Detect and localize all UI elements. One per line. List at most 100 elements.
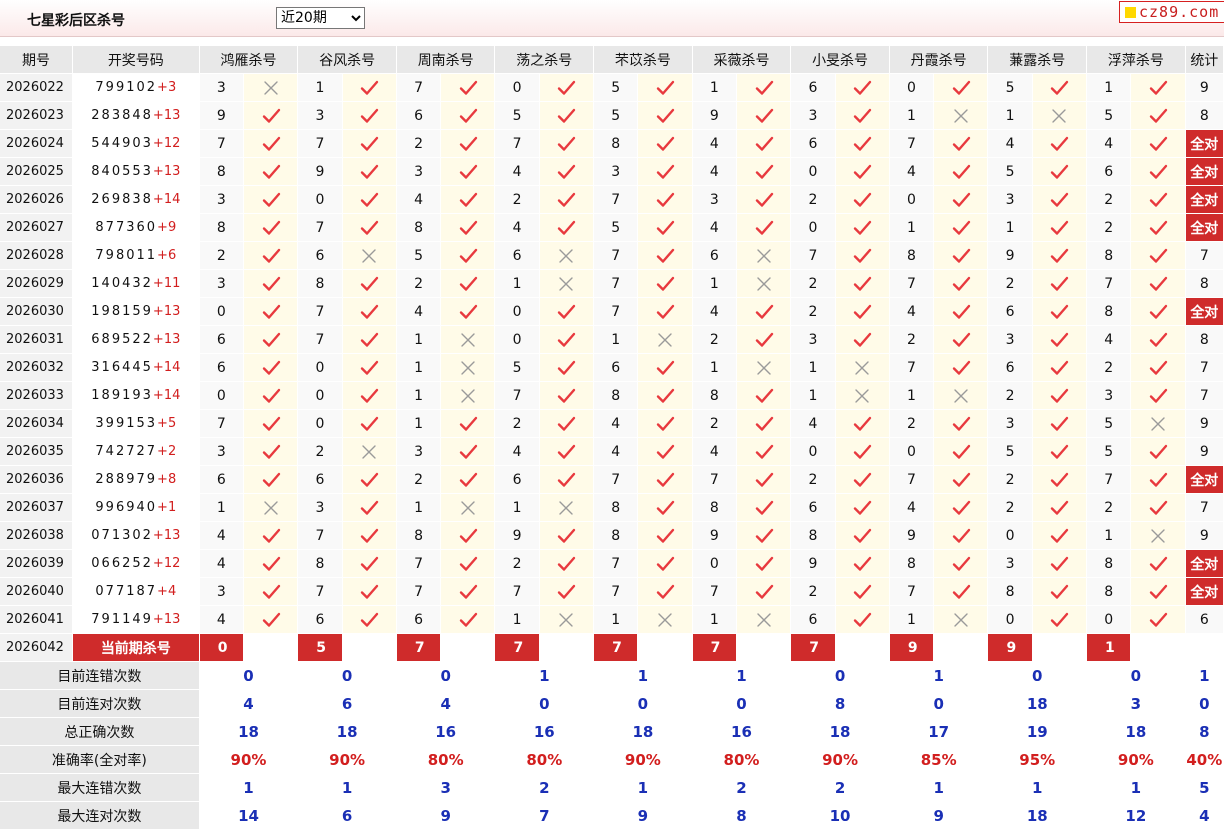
kill-result-cell [440,185,496,214]
kill-number-cell: 5 [987,437,1033,466]
draw-main-numbers: 399153 [95,416,158,431]
kill-result-cell [342,213,397,242]
check-icon [459,192,478,207]
kill-result-cell [736,325,792,354]
check-icon [952,220,970,235]
summary-value: 1 [692,661,792,690]
cross-icon [559,248,574,263]
stat-cell: 全对 [1185,297,1224,326]
kill-number-cell: 1 [790,381,836,410]
check-icon [853,192,872,207]
kill-number-cell: 7 [396,73,442,102]
check-icon [459,528,478,543]
kill-number-cell: 6 [199,353,244,382]
check-icon [361,332,379,347]
kill-number-cell: 1 [396,325,442,354]
kill-number-cell: 6 [692,241,737,270]
check-icon [853,80,872,95]
check-icon [1149,248,1168,263]
kill-result-cell [243,73,299,102]
check-icon [1051,276,1069,291]
check-icon [755,108,773,123]
current-kill-number: 9 [987,633,1033,662]
check-icon [361,80,379,95]
check-icon [952,584,970,599]
kill-number-cell: 1 [692,269,737,298]
stat-cell: 全对 [1185,465,1224,494]
kill-result-cell [1032,577,1088,606]
check-icon [262,332,280,347]
kill-number-cell: 2 [790,577,836,606]
kill-number-cell: 3 [199,73,244,102]
draw-extra-number: +13 [152,332,181,347]
table-row: 2026028 798011+6 2 6 5 6 7 6 7 8 9 8 7 [0,241,1224,270]
site-logo[interactable]: cz89.com [1119,1,1224,23]
summary-value: 1 [987,773,1088,802]
kill-number-cell: 3 [1086,381,1132,410]
kill-number-cell: 9 [199,101,244,130]
kill-number-cell: 7 [889,353,935,382]
kill-result-cell [736,241,792,270]
kill-number-cell: 2 [396,465,442,494]
table-row: 2026033 189193+14 0 0 1 7 8 8 1 1 2 3 7 [0,381,1224,410]
kill-number-cell: 7 [790,241,836,270]
kill-number-cell: 7 [396,549,442,578]
kill-result-cell [835,605,890,634]
kill-number-cell: 7 [494,129,540,158]
kill-number-cell: 7 [1086,269,1132,298]
draw-number-cell: 840553+13 [72,157,200,186]
kill-number-cell: 0 [987,521,1033,550]
kill-result-cell [342,605,397,634]
kill-number-cell: 8 [593,521,639,550]
kill-number-cell: 1 [889,381,935,410]
check-icon [853,612,872,627]
kill-result-cell [243,409,299,438]
kill-result-cell [637,101,693,130]
kill-number-cell: 2 [790,297,836,326]
draw-extra-number: +13 [152,612,181,627]
check-icon [656,304,675,319]
check-icon [1051,304,1069,319]
kill-result-cell [933,213,989,242]
kill-result-cell [440,493,496,522]
check-icon [459,136,478,151]
draw-extra-number: +5 [157,416,177,431]
col-header-killer: 芣苡杀号 [593,46,693,74]
logo-square-icon [1125,7,1136,18]
summary-value: 9 [889,801,989,830]
check-icon [1051,472,1069,487]
kill-result-cell [736,101,792,130]
kill-result-cell [933,185,989,214]
kill-number-cell: 1 [593,605,639,634]
kill-number-cell: 8 [889,241,935,270]
period-cell: 2026032 [0,353,73,382]
stat-cell: 8 [1185,325,1224,354]
kill-number-cell: 1 [494,605,540,634]
check-icon [459,220,478,235]
summary-value: 1 [199,773,299,802]
period-cell: 2026033 [0,381,73,410]
kill-result-cell [637,129,693,158]
summary-value: 1 [889,773,989,802]
kill-result-cell [637,213,693,242]
draw-number-cell: 689522+13 [72,325,200,354]
check-icon [755,192,773,207]
kill-number-cell: 2 [692,409,737,438]
check-icon [656,360,675,375]
summary-label: 目前连对次数 [0,689,200,718]
kill-number-cell: 7 [199,409,244,438]
stat-cell: 全对 [1185,213,1224,242]
draw-main-numbers: 283848 [91,108,153,123]
check-icon [361,360,379,375]
stat-cell: 全对 [1185,185,1224,214]
kill-result-cell [1130,521,1186,550]
check-icon [558,472,576,487]
check-icon [755,556,773,571]
check-icon [755,332,773,347]
summary-value: 16 [396,717,496,746]
kill-result-cell [835,465,890,494]
draw-extra-number: +14 [152,388,181,403]
kill-number-cell: 7 [593,241,639,270]
stat-cell: 6 [1185,605,1224,634]
period-range-select[interactable]: 近20期 [276,7,365,29]
